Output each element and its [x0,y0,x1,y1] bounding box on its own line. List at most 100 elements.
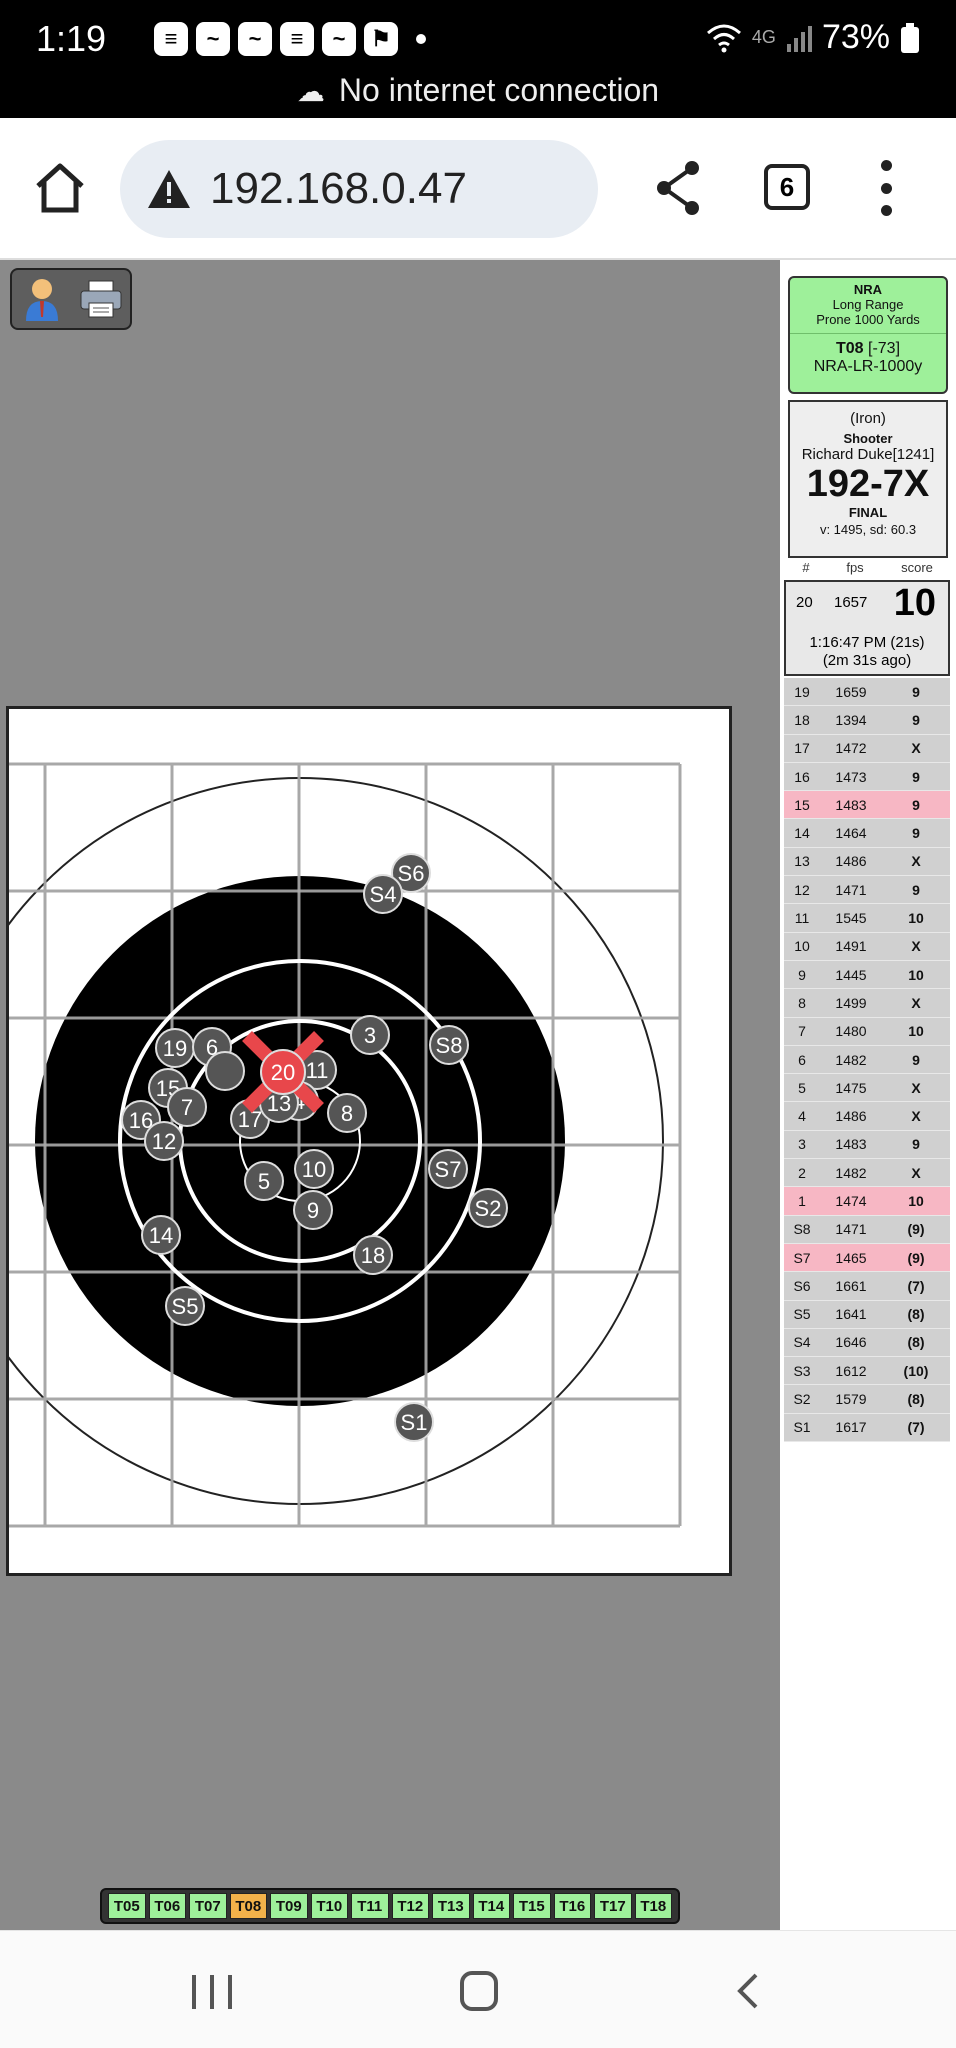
shot-row[interactable]: 13 1486 X [784,847,950,877]
tab-count-button[interactable]: 6 [764,164,810,210]
shot-fps: 1464 [835,825,867,842]
shooter-profile-icon[interactable] [20,277,64,321]
shot-row[interactable]: 8 1499 X [784,989,950,1018]
shot-row[interactable]: 2 1482 X [784,1159,950,1188]
target-tab[interactable]: T11 [351,1893,389,1919]
wifi-icon [706,24,741,52]
shot-marker[interactable]: S8 [429,1025,469,1065]
warning-icon[interactable] [146,168,192,210]
shot-marker[interactable]: 18 [353,1235,393,1275]
shot-num: 18 [794,711,810,728]
shot-row[interactable]: 5 1475 X [784,1074,950,1103]
shot-row[interactable]: S5 1641 (8) [784,1300,950,1329]
shot-row[interactable]: S3 1612 (10) [784,1357,950,1386]
svg-text:5: 5 [258,1169,270,1194]
status-bar: 1:19 ≡ ~ ~ ≡ ~ ⚑ 4G 73% ☁ No internet con… [0,0,956,118]
shot-marker[interactable]: S1 [394,1402,434,1442]
shot-marker[interactable]: 7 [167,1087,207,1127]
shot-row[interactable]: 4 1486 X [784,1102,950,1131]
shot-score: X [911,1164,921,1181]
shot-marker[interactable]: S5 [165,1286,205,1326]
target-tab[interactable]: T15 [513,1893,551,1919]
share-icon[interactable] [652,158,704,218]
target-tab[interactable]: T18 [634,1893,672,1919]
shot-fps: 1646 [835,1334,867,1351]
svg-text:S7: S7 [435,1157,462,1182]
target-tab[interactable]: T16 [553,1893,591,1919]
home-icon[interactable] [30,158,90,218]
recent-apps-icon[interactable] [192,1975,232,2009]
back-icon[interactable] [732,1971,762,2011]
notification-icon: ~ [238,22,272,56]
shot-row[interactable]: 10 1491 X [784,932,950,961]
shot-marker[interactable] [205,1051,245,1091]
shot-row[interactable]: 6 1482 9 [784,1045,950,1075]
shot-row[interactable]: S1 1617 (7) [784,1413,950,1443]
shot-row[interactable]: 18 1394 9 [784,706,950,735]
shot-marker[interactable]: S2 [468,1188,508,1228]
shot-marker[interactable]: 9 [293,1190,333,1230]
status-time: 1:19 [36,18,107,59]
shot-row[interactable]: 19 1659 9 [784,678,950,707]
printer-icon[interactable] [79,277,123,321]
target-tab[interactable]: T08 [229,1893,267,1919]
shot-marker[interactable]: 5 [244,1161,284,1201]
shot-marker[interactable]: 8 [327,1093,367,1133]
target-tab[interactable]: T07 [189,1893,227,1919]
shot-num: S5 [793,1306,811,1323]
svg-text:S4: S4 [370,882,397,907]
shot-row[interactable]: 17 1472 X [784,734,950,763]
target-tab[interactable]: T10 [310,1893,348,1919]
battery-percent: 73% [821,18,890,56]
shot-num: 3 [798,1136,806,1153]
shot-score: 9 [912,1051,920,1068]
shot-row[interactable]: 9 1445 10 [784,960,950,990]
target-tab[interactable]: T06 [148,1893,186,1919]
target-tab[interactable]: T12 [391,1893,429,1919]
target-face[interactable]: S6S43 S819 61115716 17413 812105 S79 S21418S5S… [9,709,729,1573]
shot-score: 9 [912,796,920,813]
shot-row[interactable]: S8 1471 (9) [784,1215,950,1244]
shot-row[interactable]: 1 1474 10 [784,1187,950,1216]
android-nav-bar [0,1930,956,2048]
target-tab[interactable]: T09 [270,1893,308,1919]
shot-score: 9 [912,768,920,785]
shot-score: X [911,853,921,870]
shot-row[interactable]: S2 1579 (8) [784,1385,950,1414]
shot-marker[interactable]: S4 [363,874,403,914]
shot-row[interactable]: S7 1465 (9) [784,1243,950,1273]
page-content: S6 S4 3 S8 19 6 11 15 7 16 17 4 13 8 12 10 5 S7 9 S2 14 18 S5 S… [0,260,956,1930]
shot-row[interactable]: 16 1473 9 [784,762,950,792]
shot-row[interactable]: 14 1464 9 [784,819,950,848]
shot-marker[interactable]: S7 [428,1149,468,1189]
shot-score: (10) [903,1362,929,1379]
shot-row[interactable]: 11 1545 10 [784,904,950,933]
overflow-menu-icon[interactable] [876,160,896,216]
shot-marker[interactable]: 3 [350,1015,390,1055]
target-tab[interactable]: T05 [108,1893,146,1919]
shot-row[interactable]: 15 1483 9 [784,791,950,820]
target-tab[interactable]: T14 [472,1893,510,1919]
target-tab[interactable]: T17 [594,1893,632,1919]
last-shot-box[interactable]: 20 1657 10 1:16:47 PM (21s) (2m 31s ago) [784,580,950,676]
shot-row[interactable]: S6 1661 (7) [784,1272,950,1301]
shot-score: (8) [907,1391,925,1408]
shot-num: S2 [793,1391,811,1408]
shot-list: 19 1659 9 18 1394 9 17 1472 X 16 1473 9 15 1483 9 14 146… [784,678,950,1443]
shot-marker[interactable]: 10 [294,1149,334,1189]
shot-marker[interactable]: 14 [141,1215,181,1255]
shot-marker[interactable]: 12 [144,1121,184,1161]
shot-marker[interactable]: 19 [155,1028,195,1068]
shot-row[interactable]: 12 1471 9 [784,876,950,905]
shot-row[interactable]: S4 1646 (8) [784,1328,950,1358]
shot-row[interactable]: 3 1483 9 [784,1130,950,1160]
address-bar[interactable]: 192.168.0.47 [120,140,598,238]
total-score: 192-7X [806,463,930,505]
shot-row[interactable]: 7 1480 10 [784,1017,950,1046]
shot-fps: 1474 [835,1192,867,1209]
target-tab[interactable]: T13 [432,1893,470,1919]
svg-text:S2: S2 [475,1196,502,1221]
home-nav-icon[interactable] [460,1971,498,2011]
last-shot-ago: (2m 31s ago) [822,652,912,669]
connection-banner: ☁ No internet connection [0,72,956,109]
